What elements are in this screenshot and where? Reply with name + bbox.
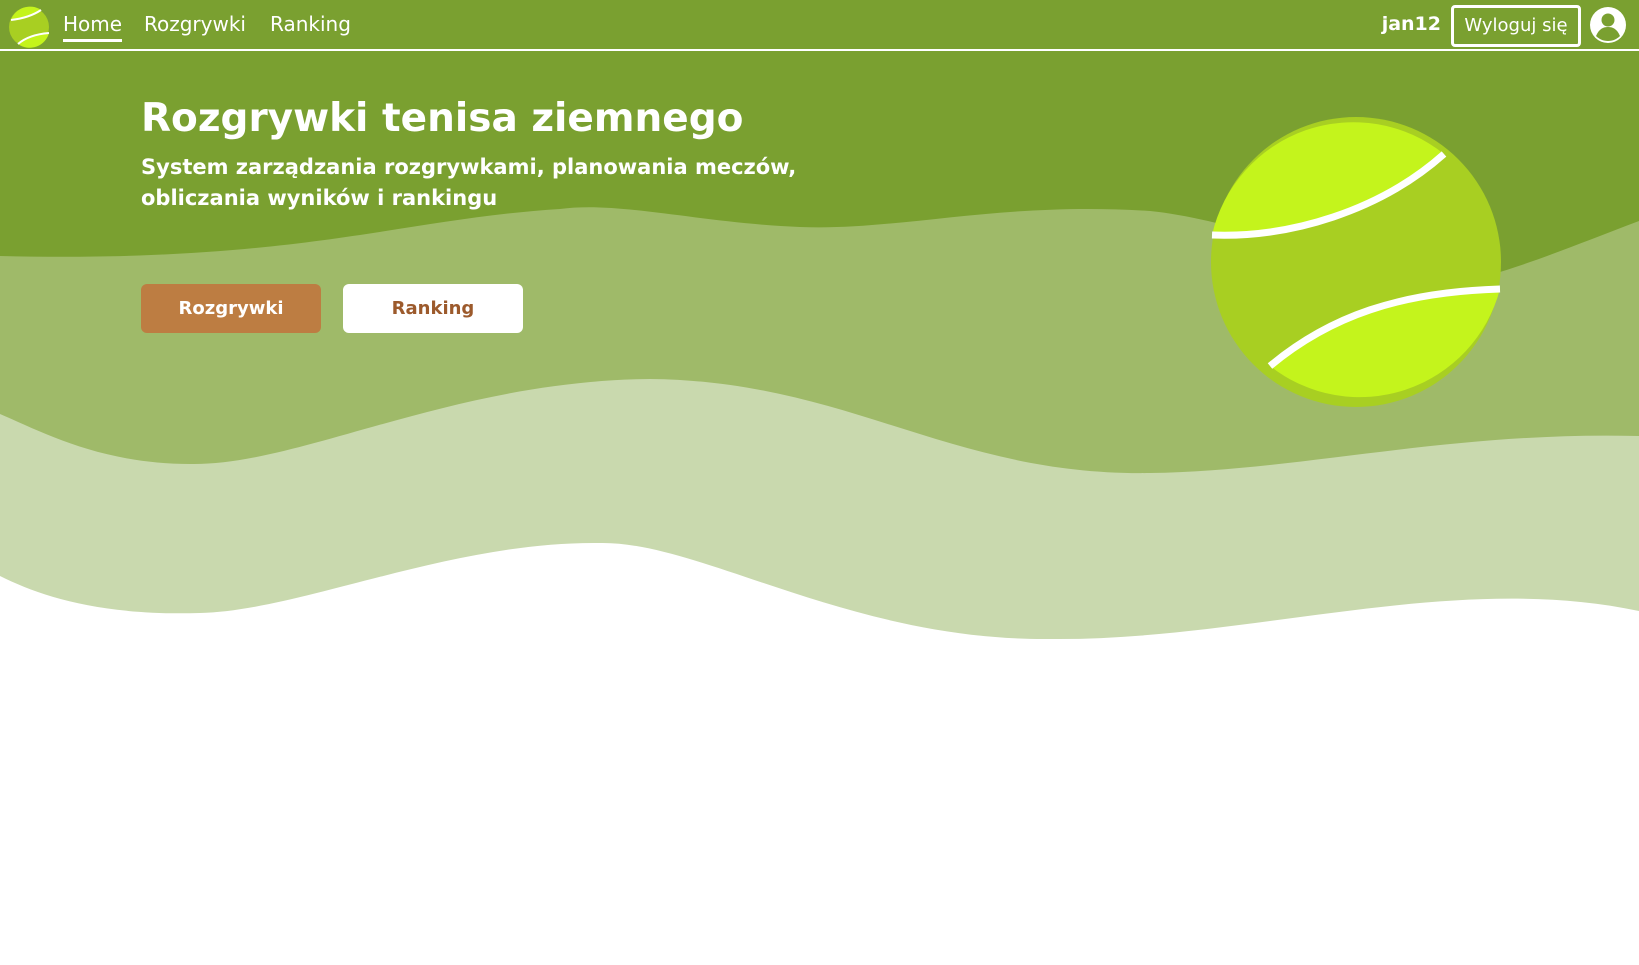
username-label: jan12 (1381, 13, 1441, 35)
tennis-ball-illustration-icon (1211, 117, 1501, 407)
user-circle-icon[interactable] (1589, 6, 1627, 44)
tennis-ball-icon[interactable] (8, 6, 50, 48)
nav-link-home[interactable]: Home (63, 0, 123, 49)
top-navbar: Home Rozgrywki Ranking jan12 Wyloguj się (0, 0, 1639, 51)
ranking-button[interactable]: Ranking (343, 284, 523, 333)
hero-subtitle: System zarządzania rozgrywkami, planowan… (141, 155, 797, 210)
logout-button[interactable]: Wyloguj się (1451, 5, 1581, 47)
hero-title: Rozgrywki tenisa ziemnego (141, 96, 744, 141)
rozgrywki-button[interactable]: Rozgrywki (141, 284, 321, 333)
nav-link-ranking[interactable]: Ranking (270, 0, 351, 49)
nav-link-rozgrywki[interactable]: Rozgrywki (144, 0, 246, 49)
